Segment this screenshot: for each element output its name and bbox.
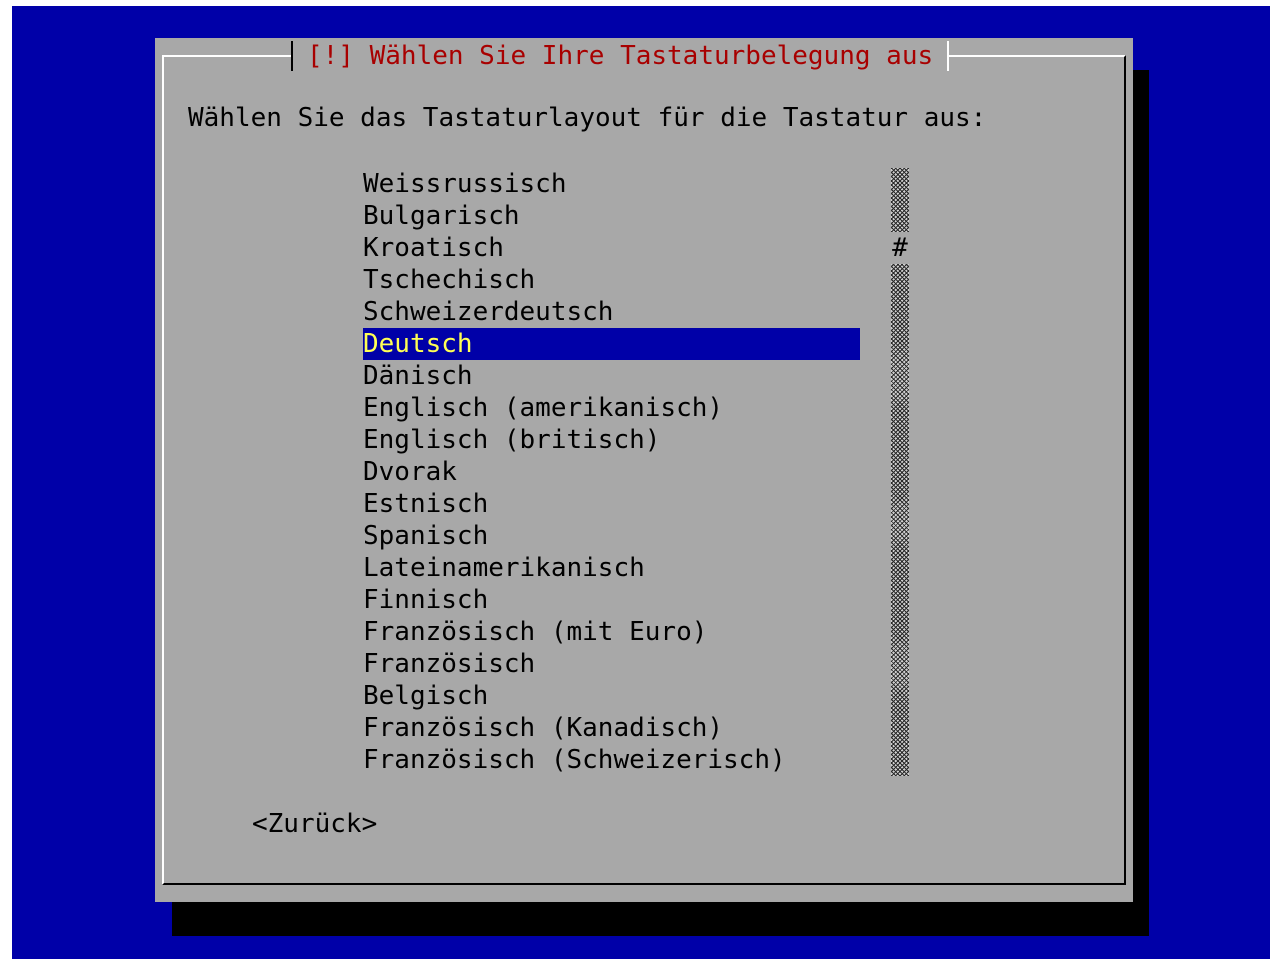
list-item-selected[interactable]: Deutsch (363, 328, 860, 360)
list-item[interactable]: Französisch (mit Euro) (363, 616, 860, 648)
list-item[interactable]: Bulgarisch (363, 200, 860, 232)
list-item[interactable]: Dänisch (363, 360, 860, 392)
keyboard-dialog: [!] Wählen Sie Ihre Tastaturbelegung aus… (155, 38, 1133, 902)
list-item[interactable]: Kroatisch (363, 232, 860, 264)
dialog-title: [!] Wählen Sie Ihre Tastaturbelegung aus (307, 41, 934, 71)
list-item[interactable]: Französisch (Schweizerisch) (363, 744, 860, 776)
list-item[interactable]: Tschechisch (363, 264, 860, 296)
list-item[interactable]: Französisch (363, 648, 860, 680)
list-item[interactable]: Französisch (Kanadisch) (363, 712, 860, 744)
list-item[interactable]: Englisch (amerikanisch) (363, 392, 860, 424)
dialog-title-bar: [!] Wählen Sie Ihre Tastaturbelegung aus (291, 38, 950, 74)
list-item[interactable]: Dvorak (363, 456, 860, 488)
title-right-tick (947, 41, 950, 71)
scrollbar-track-top[interactable] (891, 168, 909, 232)
list-item[interactable]: Lateinamerikanisch (363, 552, 860, 584)
scrollbar-thumb[interactable]: # (891, 232, 909, 264)
list-item[interactable]: Schweizerdeutsch (363, 296, 860, 328)
back-button[interactable]: <Zurück> (252, 808, 377, 840)
scrollbar-track-bottom[interactable] (891, 264, 909, 776)
dialog-prompt: Wählen Sie das Tastaturlayout für die Ta… (188, 103, 987, 133)
list-scrollbar[interactable]: # (891, 168, 909, 776)
keyboard-layout-list[interactable]: Weissrussisch Bulgarisch Kroatisch Tschechi… (363, 168, 860, 776)
list-item[interactable]: Estnisch (363, 488, 860, 520)
list-item[interactable]: Weissrussisch (363, 168, 860, 200)
list-item[interactable]: Englisch (britisch) (363, 424, 860, 456)
list-item[interactable]: Spanisch (363, 520, 860, 552)
list-item[interactable]: Finnisch (363, 584, 860, 616)
list-item[interactable]: Belgisch (363, 680, 860, 712)
